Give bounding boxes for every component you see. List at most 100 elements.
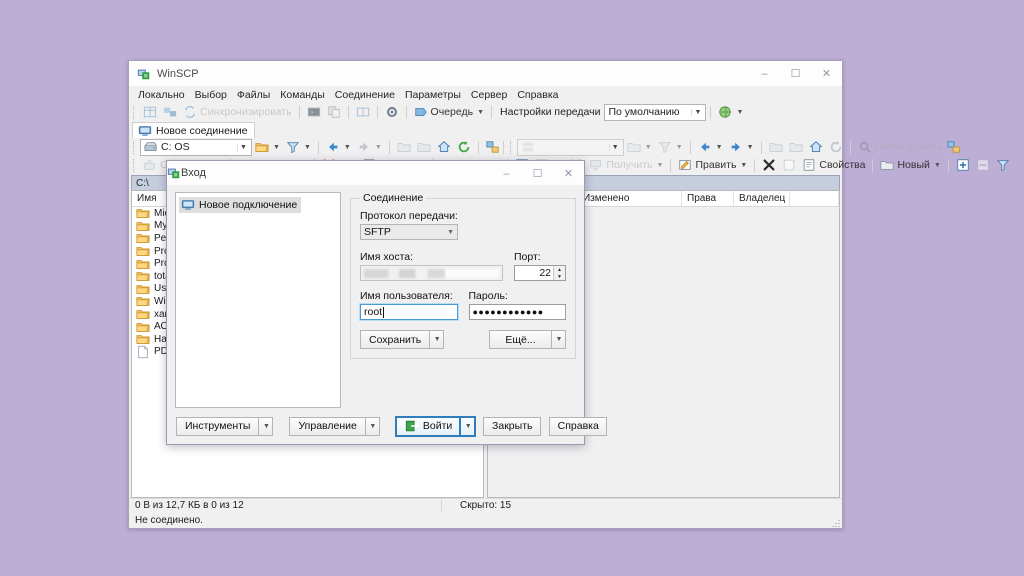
chevron-down-icon[interactable]: ▼ bbox=[273, 144, 280, 151]
chevron-down-icon[interactable]: ▼ bbox=[645, 144, 652, 151]
chevron-down-icon[interactable]: ▼ bbox=[747, 144, 754, 151]
remote-parent-directory-button[interactable] bbox=[766, 138, 786, 156]
local-bookmarks-button[interactable] bbox=[483, 138, 503, 156]
remote-select-add-button[interactable] bbox=[953, 156, 973, 174]
remote-rename-button[interactable] bbox=[779, 156, 799, 174]
remote-edit-button[interactable]: Править ▼ bbox=[675, 156, 750, 174]
save-dropdown-button[interactable]: ▼ bbox=[429, 330, 444, 349]
password-input[interactable]: ●●●●●●●●●●●● bbox=[469, 304, 567, 320]
chevron-down-icon[interactable]: ▼ bbox=[657, 162, 664, 169]
more-button[interactable]: Ещё... bbox=[489, 330, 551, 349]
preferences-button[interactable] bbox=[382, 103, 402, 121]
remote-select-remove-button[interactable] bbox=[973, 156, 993, 174]
filter-button[interactable]: ▼ bbox=[283, 138, 314, 156]
toolbar-grip[interactable] bbox=[133, 106, 138, 119]
port-spinner-up[interactable]: ▲ bbox=[554, 266, 565, 273]
port-input[interactable]: 22 ▲ ▼ bbox=[514, 265, 566, 281]
login-dropdown-button[interactable]: ▼ bbox=[460, 417, 475, 436]
remote-forward-button[interactable]: ▼ bbox=[726, 138, 757, 156]
queue-button[interactable]: Очередь ▼ bbox=[411, 103, 487, 121]
more-dropdown-button[interactable]: ▼ bbox=[551, 330, 566, 349]
menu-item-selection[interactable]: Выбор bbox=[190, 87, 232, 103]
compare-button[interactable] bbox=[353, 103, 373, 121]
put-files-button[interactable] bbox=[324, 103, 344, 121]
dialog-close-button[interactable]: ✕ bbox=[553, 161, 584, 186]
split-panes-button[interactable] bbox=[140, 103, 160, 121]
save-button[interactable]: Сохранить bbox=[360, 330, 429, 349]
menu-item-help[interactable]: Справка bbox=[512, 87, 563, 103]
download-button[interactable]: Получить ▼ bbox=[586, 156, 666, 174]
remote-open-directory-button[interactable]: ▼ bbox=[624, 138, 655, 156]
menu-item-session[interactable]: Соединение bbox=[330, 87, 400, 103]
login-button[interactable]: Войти bbox=[396, 417, 460, 436]
refresh-button[interactable] bbox=[454, 138, 474, 156]
chevron-down-icon[interactable]: ▼ bbox=[344, 144, 351, 151]
home-directory-button[interactable] bbox=[434, 138, 454, 156]
synchronize-button[interactable]: Синхронизировать bbox=[180, 103, 295, 121]
chevron-down-icon[interactable]: ▼ bbox=[934, 162, 941, 169]
root-directory-button[interactable] bbox=[414, 138, 434, 156]
menu-item-local[interactable]: Локально bbox=[133, 87, 190, 103]
toolbar-grip[interactable] bbox=[133, 159, 138, 172]
remote-root-directory-button[interactable] bbox=[786, 138, 806, 156]
menu-item-commands[interactable]: Команды bbox=[275, 87, 330, 103]
remote-properties-button[interactable]: Свойства bbox=[799, 156, 868, 174]
minimize-button[interactable]: – bbox=[749, 61, 780, 86]
dialog-minimize-button[interactable]: – bbox=[491, 161, 522, 186]
transfer-settings-button[interactable]: ▼ bbox=[715, 103, 746, 121]
menu-item-server[interactable]: Сервер bbox=[466, 87, 512, 103]
remote-filter-button[interactable]: ▼ bbox=[655, 138, 686, 156]
manage-button[interactable]: Управление bbox=[289, 417, 364, 436]
toolbar-grip[interactable] bbox=[133, 141, 138, 154]
find-files-button[interactable]: Найти файлы bbox=[855, 138, 945, 156]
chevron-down-icon[interactable]: ▼ bbox=[676, 144, 683, 151]
username-input[interactable]: root bbox=[360, 304, 458, 320]
resize-grip-icon[interactable] bbox=[830, 517, 840, 527]
remote-path-combo[interactable]: ▼ bbox=[517, 139, 624, 156]
chevron-down-icon[interactable]: ▼ bbox=[447, 229, 454, 236]
remote-bookmarks-button[interactable] bbox=[944, 138, 964, 156]
local-drive-combo[interactable]: C: OS ▼ bbox=[140, 139, 252, 156]
port-spinner-down[interactable]: ▼ bbox=[554, 273, 565, 280]
menu-item-options[interactable]: Параметры bbox=[400, 87, 466, 103]
chevron-down-icon[interactable]: ▼ bbox=[375, 144, 382, 151]
remote-new-button[interactable]: Новый ▼ bbox=[877, 156, 943, 174]
manage-dropdown-button[interactable]: ▼ bbox=[365, 417, 380, 436]
maximize-button[interactable]: ☐ bbox=[780, 61, 811, 86]
tools-button[interactable]: Инструменты bbox=[176, 417, 258, 436]
help-button[interactable]: Справка bbox=[549, 417, 607, 436]
remote-column-owner[interactable]: Владелец bbox=[734, 191, 790, 206]
remote-column-modified[interactable]: Изменено bbox=[578, 191, 682, 206]
console-button[interactable]: > bbox=[304, 103, 324, 121]
protocol-select[interactable]: SFTP ▼ bbox=[360, 224, 458, 240]
sync-browsing-button[interactable] bbox=[160, 103, 180, 121]
remote-home-directory-button[interactable] bbox=[806, 138, 826, 156]
chevron-down-icon[interactable]: ▼ bbox=[237, 144, 249, 151]
chevron-down-icon[interactable]: ▼ bbox=[740, 162, 747, 169]
parent-directory-button[interactable] bbox=[394, 138, 414, 156]
forward-button[interactable]: ▼ bbox=[354, 138, 385, 156]
close-dialog-button[interactable]: Закрыть bbox=[483, 417, 541, 436]
tools-dropdown-button[interactable]: ▼ bbox=[258, 417, 273, 436]
remote-delete-button[interactable] bbox=[759, 156, 779, 174]
session-tab-new-connection[interactable]: Новое соединение bbox=[132, 122, 255, 138]
menu-item-files[interactable]: Файлы bbox=[232, 87, 275, 103]
back-button[interactable]: ▼ bbox=[323, 138, 354, 156]
chevron-down-icon[interactable]: ▼ bbox=[477, 109, 484, 116]
remote-back-button[interactable]: ▼ bbox=[695, 138, 726, 156]
open-directory-button[interactable]: ▼ bbox=[252, 138, 283, 156]
remote-selection-filter-button[interactable] bbox=[993, 156, 1013, 174]
dialog-maximize-button[interactable]: ☐ bbox=[522, 161, 553, 186]
remote-refresh-button[interactable] bbox=[826, 138, 846, 156]
chevron-down-icon[interactable]: ▼ bbox=[609, 144, 621, 151]
transfer-preset-combo[interactable]: По умолчанию ▼ bbox=[604, 104, 706, 121]
host-input[interactable] bbox=[360, 265, 503, 281]
sites-tree[interactable]: Новое подключение bbox=[175, 192, 341, 408]
close-button[interactable]: ✕ bbox=[811, 61, 842, 86]
site-node-new-connection[interactable]: Новое подключение bbox=[179, 197, 301, 213]
chevron-down-icon[interactable]: ▼ bbox=[736, 109, 743, 116]
remote-column-rights[interactable]: Права bbox=[682, 191, 734, 206]
chevron-down-icon[interactable]: ▼ bbox=[691, 109, 703, 116]
chevron-down-icon[interactable]: ▼ bbox=[304, 144, 311, 151]
toolbar-grip[interactable] bbox=[510, 141, 515, 154]
